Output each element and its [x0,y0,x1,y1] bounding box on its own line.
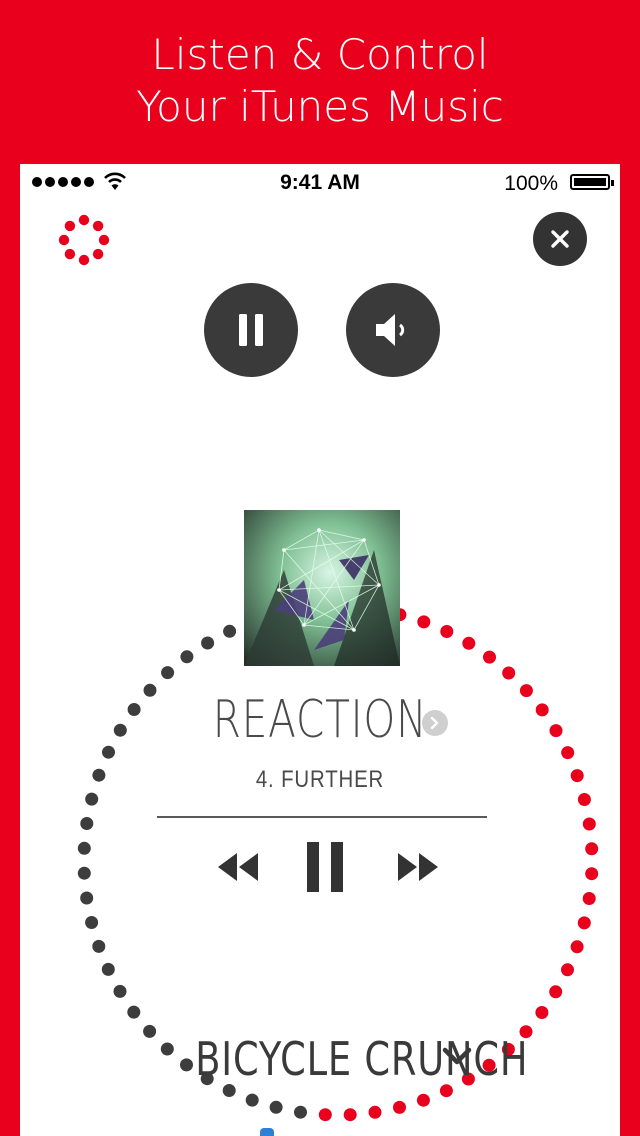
progress-dot [245,1093,259,1107]
previous-button[interactable] [208,844,268,890]
progress-dot [80,817,94,830]
progress-dot [113,984,127,998]
progress-dot [343,1108,357,1122]
play-pause-button[interactable] [302,840,348,894]
promo-line-1: Listen & Control [151,30,489,79]
fast-forward-icon [398,853,438,881]
progress-dot [577,916,591,930]
progress-dot [535,1006,549,1019]
progress-dot [269,1100,283,1114]
progress-dot [502,666,516,680]
progress-dot [439,1084,453,1098]
progress-dot [561,963,574,977]
progress-dot [201,636,215,650]
track-details-button[interactable] [422,710,448,736]
progress-dot [368,1105,382,1119]
workout-selector[interactable]: BICYCLE CRUNCH [20,1032,620,1086]
progress-dot [101,962,115,976]
progress-dot [561,746,575,760]
album-art [244,510,400,666]
progress-dot [77,841,91,855]
promo-line-2: Your iTunes Music [136,82,504,131]
progress-dot [440,625,454,638]
progress-dot [585,842,599,856]
chevron-down-icon[interactable] [440,1044,474,1070]
progress-dot [85,916,99,929]
progress-dot [393,1100,406,1114]
progress-dot [180,650,194,664]
rewind-icon [218,853,258,881]
chevron-right-icon [430,717,439,729]
progress-dot [462,636,476,650]
phone-screen: 9:41 AM 100% REACTION 4. FURTHER BICYCLE… [20,164,620,1136]
pause-icon [307,842,343,892]
progress-dot [294,1105,307,1119]
progress-dot [582,892,596,905]
progress-dot [127,1005,141,1019]
next-item-peek [260,1128,274,1136]
progress-dot [318,1108,332,1122]
progress-dot [77,866,91,880]
divider [157,816,487,818]
progress-dot [549,985,563,999]
progress-dot [85,792,99,806]
next-button[interactable] [388,844,448,890]
progress-dot [161,666,175,680]
progress-dot [223,624,237,638]
progress-dot [417,615,431,629]
progress-dot [416,1093,430,1107]
promo-header: Listen & Control Your iTunes Music [0,0,640,164]
progress-dot [585,867,599,881]
progress-dot [582,817,596,831]
track-title[interactable]: REACTION [86,690,554,750]
track-subtitle: 4. FURTHER [255,766,385,793]
progress-dot [483,650,496,664]
progress-dot [92,939,106,953]
progress-dot [577,793,591,806]
progress-dot [570,940,584,954]
workout-label: BICYCLE CRUNCH [195,1032,529,1086]
progress-dot [80,891,94,905]
